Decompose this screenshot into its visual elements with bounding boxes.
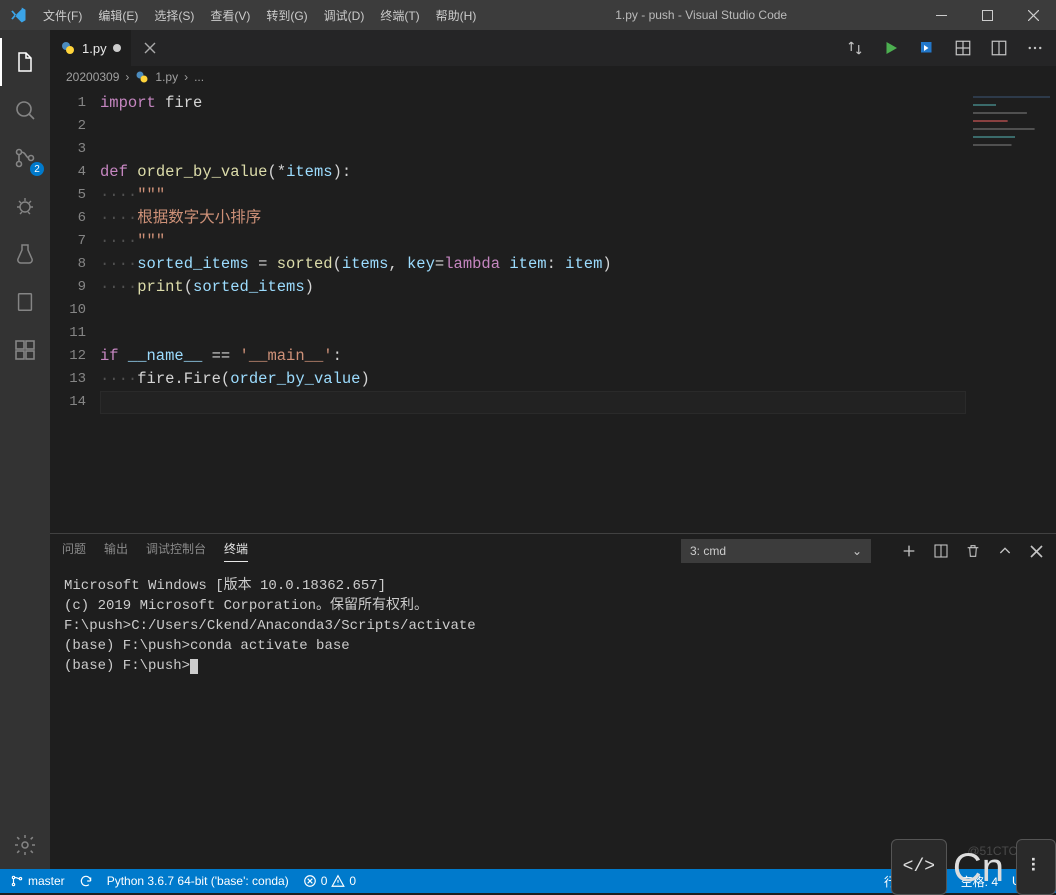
- terminal-line: (c) 2019 Microsoft Corporation。保留所有权利。: [64, 596, 1042, 616]
- code-line[interactable]: [100, 115, 966, 138]
- menu-bar: 文件(F)编辑(E)选择(S)查看(V)转到(G)调试(D)终端(T)帮助(H): [35, 7, 484, 24]
- terminal[interactable]: Microsoft Windows [版本 10.0.18362.657](c)…: [50, 568, 1056, 869]
- split-editor-icon[interactable]: [990, 39, 1008, 57]
- extensions-icon[interactable]: [0, 326, 50, 374]
- code-line[interactable]: ····""": [100, 184, 966, 207]
- python-env[interactable]: Python 3.6.7 64-bit ('base': conda): [107, 874, 289, 888]
- code-line[interactable]: def order_by_value(*items):: [100, 161, 966, 184]
- menu-item[interactable]: 转到(G): [258, 7, 315, 24]
- error-icon: [303, 874, 317, 888]
- code-editor[interactable]: import firedef order_by_value(*items):··…: [100, 88, 966, 533]
- settings-gear-icon[interactable]: [0, 821, 50, 869]
- python-file-icon: [135, 70, 149, 84]
- chevron-down-icon: ⌄: [852, 544, 862, 558]
- panel-tab[interactable]: 调试控制台: [146, 540, 206, 562]
- code-line[interactable]: ····根据数字大小排序: [100, 207, 966, 230]
- menu-item[interactable]: 调试(D): [316, 7, 373, 24]
- code-line[interactable]: if __name__ == '__main__':: [100, 345, 966, 368]
- code-line[interactable]: ····fire.Fire(order_by_value): [100, 368, 966, 391]
- panel-tab[interactable]: 终端: [224, 540, 248, 562]
- close-button[interactable]: [1010, 0, 1056, 30]
- run-icon[interactable]: [882, 39, 900, 57]
- window-title: 1.py - push - Visual Studio Code: [484, 8, 918, 22]
- source-control-icon[interactable]: 2: [0, 134, 50, 182]
- terminal-line: Microsoft Windows [版本 10.0.18362.657]: [64, 576, 1042, 596]
- test-icon[interactable]: [0, 230, 50, 278]
- title-bar: 文件(F)编辑(E)选择(S)查看(V)转到(G)调试(D)终端(T)帮助(H)…: [0, 0, 1056, 30]
- code-line[interactable]: ····sorted_items = sorted(items, key=lam…: [100, 253, 966, 276]
- sync-icon[interactable]: [79, 874, 93, 888]
- git-branch[interactable]: master: [10, 874, 65, 888]
- menu-item[interactable]: 查看(V): [202, 7, 258, 24]
- encoding[interactable]: UTF-8: [1012, 874, 1046, 888]
- editor-tabs: 1.py: [50, 30, 1056, 66]
- activity-bar: 2: [0, 30, 50, 869]
- minimap[interactable]: [966, 88, 1056, 533]
- split-terminal-icon[interactable]: [933, 543, 949, 559]
- panel-maximize-icon[interactable]: [997, 543, 1013, 559]
- explorer-icon[interactable]: [0, 38, 50, 86]
- menu-item[interactable]: 帮助(H): [428, 7, 485, 24]
- warning-icon: [331, 874, 345, 888]
- more-actions-icon[interactable]: [1026, 39, 1044, 57]
- code-line[interactable]: ····""": [100, 230, 966, 253]
- breadcrumb-seg[interactable]: ...: [194, 70, 204, 84]
- terminal-line: F:\push>C:/Users/Ckend/Anaconda3/Scripts…: [64, 616, 1042, 636]
- terminal-selector[interactable]: 3: cmd ⌄: [681, 539, 871, 563]
- tab-1py[interactable]: 1.py: [50, 30, 132, 66]
- search-icon[interactable]: [0, 86, 50, 134]
- tab-label: 1.py: [82, 41, 107, 56]
- panel-close-icon[interactable]: [1029, 544, 1044, 559]
- maximize-button[interactable]: [964, 0, 1010, 30]
- code-line[interactable]: [100, 299, 966, 322]
- terminal-line: (base) F:\push>: [64, 656, 1042, 676]
- status-bar: master Python 3.6.7 64-bit ('base': cond…: [0, 869, 1056, 893]
- terminal-line: (base) F:\push>conda activate base: [64, 636, 1042, 656]
- menu-item[interactable]: 编辑(E): [90, 7, 146, 24]
- line-gutter: 1234567891011121314: [50, 88, 100, 533]
- watermark-text: @51CTO博客: [967, 842, 1042, 859]
- compare-changes-icon[interactable]: [846, 39, 864, 57]
- minimize-button[interactable]: [918, 0, 964, 30]
- terminal-selector-label: 3: cmd: [690, 544, 726, 558]
- breadcrumb-seg[interactable]: 20200309: [66, 70, 119, 84]
- code-line[interactable]: [100, 322, 966, 345]
- menu-item[interactable]: 终端(T): [372, 7, 427, 24]
- cursor-position[interactable]: 行 14，列 1: [884, 873, 947, 890]
- python-file-icon: [60, 40, 76, 56]
- code-line[interactable]: [100, 391, 966, 414]
- chevron-right-icon: ›: [184, 70, 188, 84]
- new-terminal-icon[interactable]: [901, 543, 917, 559]
- vscode-logo-icon: [0, 6, 35, 24]
- breadcrumb-seg[interactable]: 1.py: [155, 70, 178, 84]
- git-branch-icon: [10, 874, 24, 888]
- indentation[interactable]: 空格: 4: [961, 873, 998, 890]
- code-line[interactable]: ····print(sorted_items): [100, 276, 966, 299]
- code-line[interactable]: [100, 138, 966, 161]
- dirty-indicator-icon: [113, 44, 121, 52]
- chevron-right-icon: ›: [125, 70, 129, 84]
- problems-status[interactable]: 0 0: [303, 874, 356, 888]
- code-line[interactable]: import fire: [100, 92, 966, 115]
- scm-badge: 2: [30, 162, 44, 176]
- panel-tab[interactable]: 问题: [62, 540, 86, 562]
- panel: 问题输出调试控制台终端 3: cmd ⌄ Microsoft Windows […: [50, 533, 1056, 869]
- grid-layout-icon[interactable]: [954, 39, 972, 57]
- kill-terminal-icon[interactable]: [965, 543, 981, 559]
- breadcrumbs[interactable]: 20200309 › 1.py › ...: [50, 66, 1056, 88]
- menu-item[interactable]: 选择(S): [146, 7, 202, 24]
- panel-tab[interactable]: 输出: [104, 540, 128, 562]
- bookmark-icon[interactable]: [0, 278, 50, 326]
- run-file-icon[interactable]: [918, 39, 936, 57]
- tab-close-icon[interactable]: [143, 41, 157, 55]
- debug-icon[interactable]: [0, 182, 50, 230]
- menu-item[interactable]: 文件(F): [35, 7, 90, 24]
